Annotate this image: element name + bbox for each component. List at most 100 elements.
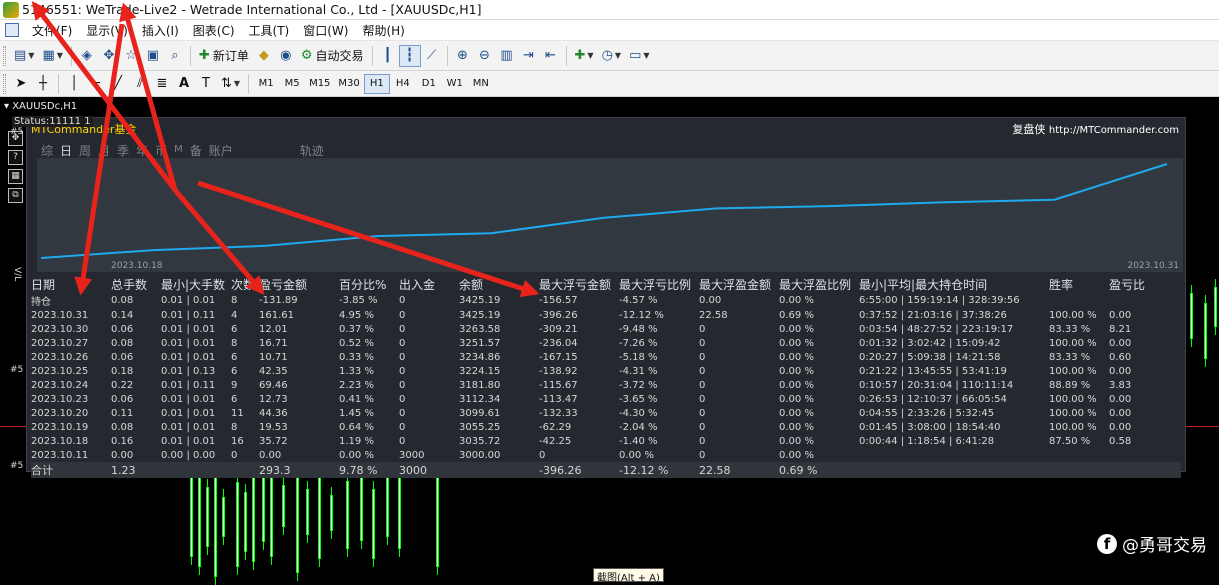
table-row[interactable]: 2023.10.20 0.11 0.01 | 0.01 11 44.36 1.45 % 0 3… bbox=[31, 406, 1181, 420]
timeframe-h1[interactable]: H1 bbox=[363, 73, 390, 94]
horizontal-line-icon[interactable]: ─ bbox=[85, 73, 107, 95]
panel-tab[interactable]: 备 bbox=[190, 142, 202, 159]
table-cell: 0.00 bbox=[259, 449, 282, 461]
table-row[interactable]: 2023.10.25 0.18 0.01 | 0.13 6 42.35 1.33 % 0 32… bbox=[31, 364, 1181, 378]
chart-shift-icon[interactable]: ⇤ bbox=[540, 45, 562, 67]
strategy-tester-icon[interactable]: ⌕ bbox=[164, 45, 186, 67]
autoscroll-icon[interactable]: ⇥ bbox=[518, 45, 540, 67]
timeframe-m15[interactable]: M15 bbox=[305, 74, 334, 94]
fibonacci-icon[interactable]: ≣ bbox=[151, 73, 173, 95]
menu-insert[interactable]: 插入(I) bbox=[135, 22, 186, 39]
column-header[interactable]: 最大浮亏比例 bbox=[619, 276, 699, 293]
table-row[interactable]: 2023.10.11 0.00 0.00 | 0.00 0 0.00 0.00 % 3000… bbox=[31, 448, 1181, 462]
signals-icon[interactable]: ◉ bbox=[275, 45, 297, 67]
timeframe-w1[interactable]: W1 bbox=[442, 74, 468, 94]
column-header[interactable]: 次数 bbox=[231, 276, 259, 293]
column-header[interactable]: 总手数 bbox=[111, 276, 161, 293]
table-row[interactable]: 2023.10.18 0.16 0.01 | 0.01 16 35.72 1.19 % 0 3… bbox=[31, 434, 1181, 448]
menu-charts[interactable]: 图表(C) bbox=[186, 22, 242, 39]
table-cell: 3099.61 bbox=[459, 407, 501, 419]
profiles-icon[interactable]: ▦ ▼ bbox=[38, 45, 66, 67]
zoom-out-icon[interactable]: ⊖ bbox=[474, 45, 496, 67]
grid-icon[interactable]: ▦ bbox=[8, 169, 23, 184]
table-row[interactable]: 2023.10.31 0.14 0.01 | 0.11 4 161.61 4.95 % 0 3… bbox=[31, 308, 1181, 322]
menu-file[interactable]: 文件(F) bbox=[25, 22, 79, 39]
timeframe-mn[interactable]: MN bbox=[468, 74, 494, 94]
panel-tab[interactable]: 账户 bbox=[209, 142, 233, 159]
new-chart-icon[interactable]: ▤ ▼ bbox=[10, 45, 38, 67]
crosshair-icon[interactable]: ┼ bbox=[32, 73, 54, 95]
data-window-icon[interactable]: ✥ bbox=[98, 45, 120, 67]
table-row[interactable]: 2023.10.19 0.08 0.01 | 0.01 8 19.53 0.64 % 0 30… bbox=[31, 420, 1181, 434]
column-header[interactable]: 余额 bbox=[459, 276, 539, 293]
auto-trading-button[interactable]: ⚙ 自动交易 bbox=[297, 45, 368, 67]
arrows-tool-icon[interactable]: ⇅ ▼ bbox=[217, 73, 244, 95]
table-row[interactable]: 2023.10.26 0.06 0.01 | 0.01 6 10.71 0.33 % 0 32… bbox=[31, 350, 1181, 364]
text-tool-icon[interactable]: A bbox=[173, 73, 195, 95]
table-cell: 1.19 % bbox=[339, 435, 374, 447]
table-cell: 0.41 % bbox=[339, 393, 374, 405]
help-icon[interactable]: ? bbox=[8, 150, 23, 165]
line-chart-icon[interactable]: ⟋ bbox=[421, 45, 443, 67]
column-header[interactable]: 胜率 bbox=[1049, 276, 1109, 293]
copy-icon[interactable]: ⧉ bbox=[8, 188, 23, 203]
terminal-icon[interactable]: ▣ bbox=[142, 45, 164, 67]
document-icon[interactable] bbox=[5, 23, 19, 37]
column-header[interactable]: 最大浮盈比例 bbox=[779, 276, 859, 293]
menu-tools[interactable]: 工具(T) bbox=[242, 22, 297, 39]
templates-icon[interactable]: ▭ ▼ bbox=[625, 45, 653, 67]
panel-tab[interactable]: 季 bbox=[117, 142, 129, 159]
timeframe-h4[interactable]: H4 bbox=[390, 74, 416, 94]
column-header[interactable]: 盈亏金额 bbox=[259, 276, 339, 293]
table-cell: 2023.10.25 bbox=[31, 365, 89, 377]
vertical-line-icon[interactable]: │ bbox=[63, 73, 85, 95]
panel-tab[interactable]: 币 bbox=[155, 142, 167, 159]
column-header[interactable]: 日期 bbox=[31, 276, 111, 293]
timeframe-d1[interactable]: D1 bbox=[416, 74, 442, 94]
timeframe-m1[interactable]: M1 bbox=[253, 74, 279, 94]
timeframe-m30[interactable]: M30 bbox=[334, 74, 363, 94]
menu-help[interactable]: 帮助(H) bbox=[355, 22, 411, 39]
menu-window[interactable]: 窗口(W) bbox=[296, 22, 355, 39]
toolbar-grip[interactable] bbox=[3, 73, 6, 94]
column-header[interactable]: 出入金 bbox=[399, 276, 459, 293]
panel-tab[interactable]: 综 bbox=[41, 142, 53, 159]
panel-tab[interactable]: 周 bbox=[79, 142, 91, 159]
menu-view[interactable]: 显示(V) bbox=[79, 22, 135, 39]
panel-tab[interactable]: M bbox=[174, 142, 183, 159]
table-cell: 4 bbox=[231, 309, 238, 321]
panel-tab[interactable]: 轨迹 bbox=[300, 142, 324, 159]
zoom-in-icon[interactable]: ⊕ bbox=[452, 45, 474, 67]
table-row[interactable]: 持仓 0.08 0.01 | 0.01 8 -131.89 -3.85 % 0 3425.19… bbox=[31, 293, 1181, 308]
tile-windows-icon[interactable]: ▥ bbox=[496, 45, 518, 67]
panel-tab[interactable]: 月 bbox=[98, 142, 110, 159]
table-row[interactable]: 2023.10.23 0.06 0.01 | 0.01 6 12.73 0.41 % 0 31… bbox=[31, 392, 1181, 406]
toolbar-grip[interactable] bbox=[3, 45, 6, 66]
label-tool-icon[interactable]: T bbox=[195, 73, 217, 95]
bar-chart-icon[interactable]: ┃ bbox=[377, 45, 399, 67]
table-row[interactable]: 2023.10.30 0.06 0.01 | 0.01 6 12.01 0.37 % 0 32… bbox=[31, 322, 1181, 336]
table-cell: 0.01 | 0.11 bbox=[161, 379, 216, 391]
new-order-button[interactable]: ✚ 新订单 bbox=[195, 45, 253, 67]
column-header[interactable]: 百分比% bbox=[339, 276, 399, 293]
trendline-icon[interactable]: ╱ bbox=[107, 73, 129, 95]
column-header[interactable]: 最大浮盈金额 bbox=[699, 276, 779, 293]
panel-tab[interactable]: 年 bbox=[136, 142, 148, 159]
panel-tab[interactable]: 日 bbox=[60, 142, 72, 159]
column-header[interactable]: 最大浮亏金额 bbox=[539, 276, 619, 293]
column-header[interactable]: 盈亏比 bbox=[1109, 276, 1181, 293]
navigator-icon[interactable]: ☆ bbox=[120, 45, 142, 67]
table-row[interactable]: 2023.10.24 0.22 0.01 | 0.11 9 69.46 2.23 % 0 31… bbox=[31, 378, 1181, 392]
candlestick-icon[interactable]: ┇ bbox=[398, 44, 421, 67]
column-header[interactable]: 最小|大手数 bbox=[161, 276, 231, 293]
channel-icon[interactable]: ⫽ bbox=[129, 73, 151, 95]
column-header[interactable]: 最小|平均|最大持仓时间 bbox=[859, 276, 1049, 293]
periods-icon[interactable]: ◷ ▼ bbox=[598, 45, 626, 67]
panel-brand[interactable]: 复盘侠 http://MTCommander.com bbox=[1012, 121, 1179, 137]
cursor-icon[interactable]: ➤ bbox=[10, 73, 32, 95]
market-watch-icon[interactable]: ◈ bbox=[76, 45, 98, 67]
timeframe-m5[interactable]: M5 bbox=[279, 74, 305, 94]
metaeditor-icon[interactable]: ◆ bbox=[253, 45, 275, 67]
table-row[interactable]: 2023.10.27 0.08 0.01 | 0.01 8 16.71 0.52 % 0 32… bbox=[31, 336, 1181, 350]
indicators-icon[interactable]: ✚ ▼ bbox=[571, 45, 598, 67]
